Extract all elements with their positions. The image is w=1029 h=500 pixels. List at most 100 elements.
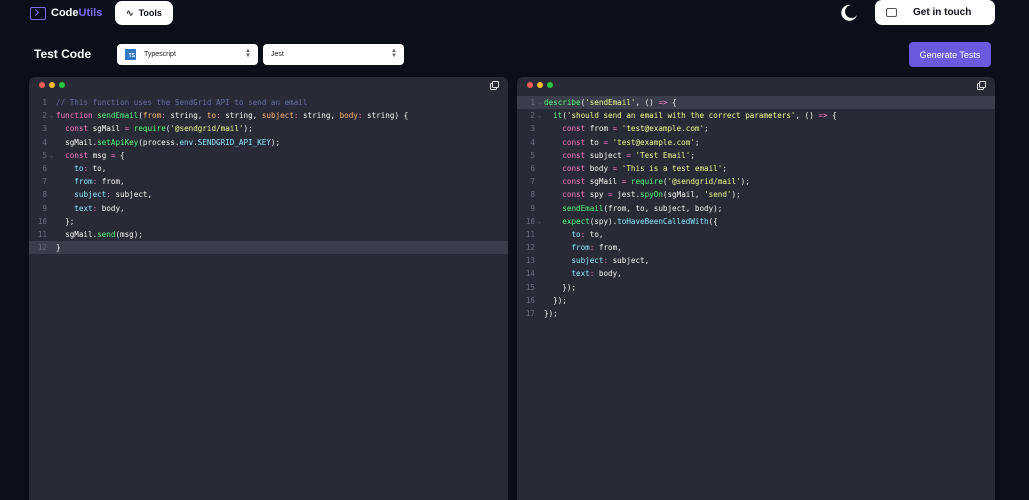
get-in-touch-button[interactable]: Get in touch [875,0,995,25]
code-line[interactable]: 13 subject: subject, [517,254,995,267]
language-select[interactable]: TS Typescript ▲ ▼ [117,44,258,65]
code-token: subject, [115,190,153,200]
code-token: toHaveBeenCalledWith [617,216,709,226]
code-line[interactable]: 3 const sgMail = require('@sendgrid/mail… [29,122,508,135]
code-line[interactable]: 14 text: body, [517,267,995,280]
code-token: from [142,111,162,121]
copy-icon[interactable] [977,81,986,90]
code-line[interactable]: 8 subject: subject, [29,188,508,201]
code-line[interactable]: 16 }); [517,294,995,307]
code-line[interactable]: 2 ⌄ function sendEmail(from: string, to: s… [29,109,508,122]
inbox-icon [886,8,897,17]
code-token: : [92,177,102,187]
fold-chevron-icon [47,162,56,175]
code-token: body [339,111,358,121]
code-line[interactable]: 5 const subject = 'Test Email'; [517,149,995,162]
code-token: , () [795,111,819,121]
code-line[interactable]: 10 ⌄ expect (spy). toHaveBeenCalledWith({ [517,215,995,228]
code-line[interactable]: 15 }); [517,281,995,294]
code-token: (from, to, subject, body); [603,203,723,213]
code-line[interactable]: 10 }; [29,215,508,228]
code-line[interactable]: 7 from: from, [29,175,508,188]
moon-icon[interactable] [839,3,859,21]
code-line[interactable]: 5 ⌄ const msg = { [29,149,508,162]
fold-chevron-icon [535,188,544,201]
code-line[interactable]: 7 const sgMail = require('@sendgrid/mail… [517,175,995,188]
fold-chevron-icon [47,241,56,254]
code-token: function [56,111,98,121]
code-token: require [133,124,166,134]
code-line[interactable]: 8 const spy = jest. spyOn (sgMail, 'send')… [517,188,995,201]
code-line[interactable]: 17}); [517,307,995,320]
fold-chevron-icon [535,149,544,162]
fold-chevron-icon [535,254,544,267]
framework-select[interactable]: Jest ▲ ▼ [263,44,404,65]
code-line[interactable]: 1 // This function uses the SendGrid API … [29,96,508,109]
fold-chevron-icon [535,267,544,280]
code-token: : [83,163,93,173]
fold-chevron-icon [535,228,544,241]
code-line[interactable]: 11 sgMail. send (msg); [29,228,508,241]
code-token: = [603,137,613,147]
logo-text-utils: Utils [78,7,103,19]
test-code-editor[interactable]: 1 ⌄ describe('sendEmail', () => {2 ⌄ it('sh… [517,77,995,500]
logo[interactable]: CodeUtils [30,4,102,22]
code-token: => [818,111,828,121]
code-line[interactable]: 12 from: from, [517,241,995,254]
code-token: string, [225,111,262,121]
code-token: body [589,163,613,173]
code-token: 'should send an email with the correct p… [566,111,796,121]
fold-chevron-icon[interactable]: ⌄ [535,215,544,228]
source-code-lines[interactable]: 1 // This function uses the SendGrid API … [29,96,508,255]
code-token: ); [270,137,281,147]
code-token: from, [598,243,622,253]
fold-chevron-icon [47,228,56,241]
source-code-editor[interactable]: 1 // This function uses the SendGrid API … [29,77,508,500]
code-line[interactable]: 4 const to = 'test@example.com'; [517,136,995,149]
fold-chevron-icon[interactable]: ⌄ [535,96,544,109]
code-token: : [161,111,171,121]
copy-icon[interactable] [490,81,499,90]
code-line[interactable]: 3 const from = 'test@example.com'; [517,122,995,135]
code-line[interactable]: 12} [29,241,508,255]
fold-chevron-icon[interactable]: ⌄ [535,109,544,122]
fold-chevron-icon[interactable]: ⌄ [47,149,56,162]
code-token: : [293,111,303,121]
line-number: 3 [530,124,535,134]
code-token: => [658,98,668,107]
test-code-lines[interactable]: 1 ⌄ describe('sendEmail', () => {2 ⌄ it('sh… [517,96,995,320]
tools-button[interactable]: ∿ Tools [115,1,173,25]
code-line[interactable]: 1 ⌄ describe('sendEmail', () => { [517,96,995,110]
fold-chevron-icon [535,136,544,149]
logo-text-code: Code [51,7,79,19]
code-line[interactable]: 2 ⌄ it('should send an email with the cor… [517,109,995,122]
wave-icon: ∿ [126,7,134,18]
code-token: , () [635,98,659,107]
code-token: 'test@example.com' [621,124,705,134]
code-line[interactable]: 4 sgMail. setApiKey (process. env. SENDGRID_… [29,136,508,149]
code-line[interactable]: 9 text: body, [29,202,508,215]
code-token: sendEmail [562,203,604,213]
generate-tests-button[interactable]: Generate Tests [909,42,991,67]
code-token: // This function uses the SendGrid API t… [56,98,308,107]
chevron-updown-icon: ▲ ▼ [391,48,397,59]
fold-chevron-icon[interactable]: ⌄ [47,109,56,122]
line-number: 2 [42,111,47,121]
code-line[interactable]: 11 to: to, [517,228,995,241]
code-line[interactable]: 6 const body = 'This is a test email'; [517,162,995,175]
code-token: { [120,150,125,160]
code-token: 'send' [704,190,732,200]
code-token: string) { [367,111,409,121]
code-line[interactable]: 6 to: to, [29,162,508,175]
line-number: 15 [525,282,535,292]
code-token: to [74,163,84,173]
code-line[interactable]: 9 sendEmail (from, to, subject, body); [517,202,995,215]
